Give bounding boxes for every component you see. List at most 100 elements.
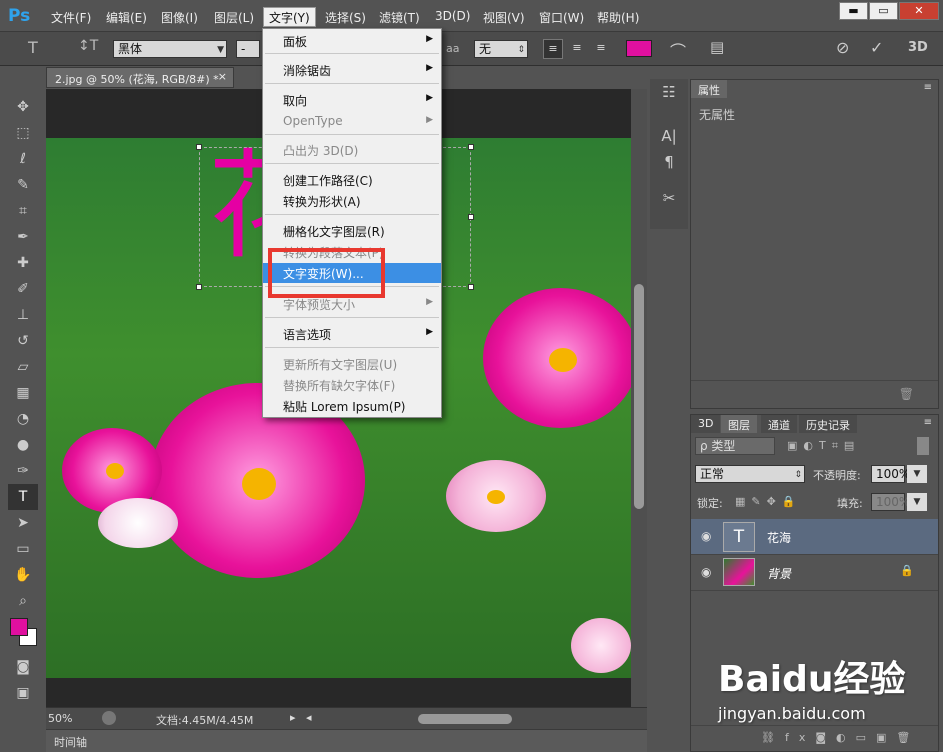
horizontal-scrollbar-thumb[interactable] [418, 714, 512, 724]
menu-3d[interactable]: 3D(D) [430, 8, 475, 28]
cancel-icon[interactable]: ⊘ [836, 38, 849, 57]
crop-tool-icon[interactable]: ⌗ [8, 198, 38, 224]
layer-row[interactable]: ◉ 背景 🔒 [691, 555, 938, 591]
properties-panel-icon[interactable]: ☷ [650, 79, 688, 105]
dodge-tool-icon[interactable]: ● [8, 432, 38, 458]
visibility-eye-icon[interactable]: ◉ [701, 565, 711, 579]
antialias-select[interactable]: 无 ⇕ [474, 40, 528, 58]
3d-icon[interactable]: 3D [908, 40, 928, 55]
align-left-icon[interactable]: ≡ [543, 39, 563, 59]
timeline-tab[interactable]: 时间轴 [54, 736, 87, 749]
warp-text-icon[interactable]: ⌒ [670, 38, 686, 62]
menu-item-orientation[interactable]: 取向 ▶ [263, 90, 441, 110]
layer-filter-icons[interactable]: ▣◐T⌗▤ [787, 439, 860, 453]
panel-menu-icon[interactable]: ≡ [924, 417, 932, 428]
brush-tool-icon[interactable]: ✐ [8, 276, 38, 302]
tool-presets-icon[interactable]: ✂ [650, 185, 688, 211]
menu-edit[interactable]: 编辑(E) [101, 8, 152, 28]
close-button[interactable]: ✕ [899, 2, 939, 20]
menu-item-panels[interactable]: 面板 ▶ [263, 31, 441, 51]
color-swatches[interactable] [8, 614, 38, 654]
menu-image[interactable]: 图像(I) [156, 8, 203, 28]
character-panel-icon[interactable]: A| [650, 123, 688, 149]
align-center-icon[interactable]: ≡ [567, 39, 587, 59]
pen-tool-icon[interactable]: ✑ [8, 458, 38, 484]
layer-action-icons[interactable]: ⛓fx◙◐▭▣🗑 [761, 731, 920, 744]
menu-file[interactable]: 文件(F) [46, 8, 96, 28]
fill-input[interactable]: 100% [871, 493, 910, 511]
quick-mask-icon[interactable]: ◙ [8, 654, 38, 680]
text-orientation-icon[interactable]: ↕T [78, 38, 98, 54]
resize-handle[interactable] [468, 214, 474, 220]
properties-tab[interactable]: 属性 [691, 80, 727, 98]
trash-icon[interactable]: 🗑 [899, 387, 914, 401]
menu-item-paste-lorem[interactable]: 粘贴 Lorem Ipsum(P) [263, 396, 441, 416]
menu-layer[interactable]: 图层(L) [209, 8, 259, 28]
menu-item-convert-shape[interactable]: 转换为形状(A) [263, 191, 441, 211]
menu-item-update-all[interactable]: 更新所有文字图层(U) [263, 354, 441, 374]
lasso-tool-icon[interactable]: ℓ [8, 146, 38, 172]
path-select-tool-icon[interactable]: ➤ [8, 510, 38, 536]
commit-icon[interactable]: ✓ [870, 38, 883, 57]
panel-menu-icon[interactable]: ≡ [924, 82, 932, 93]
tab-3d[interactable]: 3D [691, 415, 721, 433]
font-style-select[interactable]: - [236, 40, 260, 58]
history-brush-tool-icon[interactable]: ↺ [8, 328, 38, 354]
resize-handle[interactable] [196, 144, 202, 150]
opacity-input[interactable]: 100% [871, 465, 910, 483]
hand-tool-icon[interactable]: ✋ [8, 562, 38, 588]
menu-filter[interactable]: 滤镜(T) [374, 8, 425, 28]
resize-handle[interactable] [468, 144, 474, 150]
menu-item-extrude-3d[interactable]: 凸出为 3D(D) [263, 140, 441, 160]
menu-item-language[interactable]: 语言选项 ▶ [263, 324, 441, 344]
scrollbar-thumb[interactable] [634, 284, 644, 509]
quick-select-tool-icon[interactable]: ✎ [8, 172, 38, 198]
menu-item-replace-fonts[interactable]: 替换所有缺欠字体(F) [263, 375, 441, 395]
menu-item-create-path[interactable]: 创建工作路径(C) [263, 170, 441, 190]
tab-history[interactable]: 历史记录 [799, 415, 857, 433]
move-tool-icon[interactable]: ✥ [8, 94, 38, 120]
maximize-button[interactable]: ▭ [869, 2, 898, 20]
tab-layers[interactable]: 图层 [721, 415, 757, 433]
type-tool-icon[interactable]: T [28, 38, 38, 57]
blur-tool-icon[interactable]: ◔ [8, 406, 38, 432]
text-color-swatch[interactable] [626, 40, 652, 57]
blend-mode-select[interactable]: 正常 ⇕ [695, 465, 805, 483]
menu-window[interactable]: 窗口(W) [534, 8, 589, 28]
panels-toggle-icon[interactable]: ▤ [710, 38, 724, 56]
zoom-tool-icon[interactable]: ⌕ [8, 588, 38, 614]
type-tool-icon[interactable]: T [8, 484, 38, 510]
close-tab-icon[interactable]: × [218, 70, 227, 83]
healing-tool-icon[interactable]: ✚ [8, 250, 38, 276]
foreground-color-swatch[interactable] [10, 618, 28, 636]
chevron-down-icon[interactable]: ▼ [907, 493, 927, 511]
menu-item-opentype[interactable]: OpenType ▶ [263, 112, 441, 132]
stamp-tool-icon[interactable]: ⊥ [8, 302, 38, 328]
status-options-icon[interactable] [102, 711, 116, 725]
zoom-level[interactable]: 50% [48, 712, 72, 725]
align-right-icon[interactable]: ≡ [591, 39, 611, 59]
layer-row[interactable]: ◉ T 花海 [691, 519, 938, 555]
visibility-eye-icon[interactable]: ◉ [701, 529, 711, 543]
marquee-tool-icon[interactable]: ⬚ [8, 120, 38, 146]
gradient-tool-icon[interactable]: ▦ [8, 380, 38, 406]
menu-select[interactable]: 选择(S) [320, 8, 371, 28]
tab-channels[interactable]: 通道 [761, 415, 797, 433]
menu-help[interactable]: 帮助(H) [592, 8, 644, 28]
menu-view[interactable]: 视图(V) [478, 8, 530, 28]
filter-toggle[interactable] [917, 437, 929, 455]
shape-tool-icon[interactable]: ▭ [8, 536, 38, 562]
vertical-scrollbar[interactable] [631, 89, 647, 707]
menu-item-antialias[interactable]: 消除锯齿 ▶ [263, 60, 441, 80]
screen-mode-icon[interactable]: ▣ [8, 680, 38, 706]
scroll-left-icon[interactable]: ◂ [306, 711, 312, 724]
paragraph-panel-icon[interactable]: ¶ [650, 149, 688, 175]
status-menu-arrow-icon[interactable]: ▸ [290, 711, 296, 724]
resize-handle[interactable] [196, 284, 202, 290]
document-tab[interactable]: 2.jpg @ 50% (花海, RGB/8#) * × [46, 67, 234, 88]
lock-icons[interactable]: ▦✎✥🔒 [735, 495, 802, 508]
layer-name[interactable]: 花海 [767, 529, 791, 546]
eraser-tool-icon[interactable]: ▱ [8, 354, 38, 380]
layer-name[interactable]: 背景 [767, 565, 791, 582]
menu-item-rasterize[interactable]: 栅格化文字图层(R) [263, 221, 441, 241]
